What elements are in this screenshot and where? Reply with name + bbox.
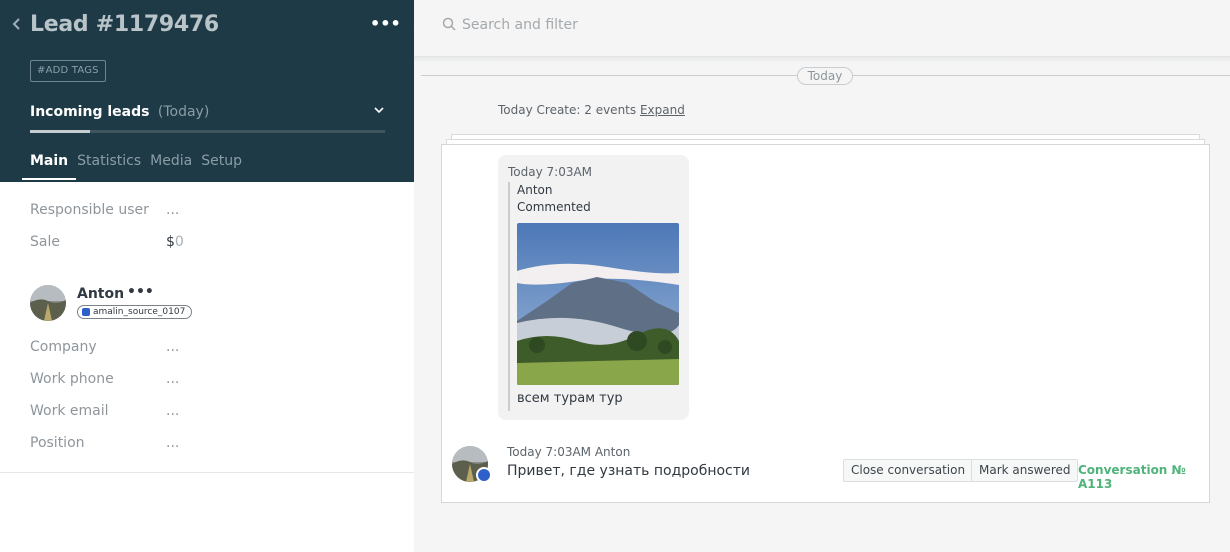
chevron-left-icon	[12, 18, 20, 30]
tab-media[interactable]: Media	[150, 153, 192, 179]
date-separator: Today	[797, 67, 853, 85]
search-icon[interactable]	[442, 17, 456, 31]
pipeline-select[interactable]: Incoming leads (Today)	[30, 104, 209, 120]
responsible-user-value[interactable]: ...	[166, 202, 179, 218]
message-text: Привет, где узнать подробности	[507, 463, 751, 479]
lead-header: Lead #1179476 ••• #ADD TAGS Incoming lea…	[0, 0, 414, 182]
comment-image[interactable]	[517, 223, 679, 385]
position-value[interactable]: ...	[166, 435, 179, 451]
sale-value[interactable]: $0	[166, 234, 184, 250]
chevron-down-icon[interactable]	[373, 104, 385, 116]
comment-text: всем турам тур	[517, 391, 623, 406]
work-phone-value[interactable]: ...	[166, 371, 179, 387]
pipeline-when: (Today)	[157, 104, 210, 120]
mark-answered-button[interactable]: Mark answered	[971, 459, 1079, 482]
divider	[0, 472, 414, 473]
work-phone-label: Work phone	[30, 371, 114, 387]
contact-more-button[interactable]: •••	[127, 284, 154, 300]
comment-author: Anton	[517, 183, 553, 197]
tab-statistics[interactable]: Statistics	[77, 153, 141, 179]
events-summary: Today Create: 2 events Expand	[498, 103, 685, 117]
company-label: Company	[30, 339, 97, 355]
expand-link[interactable]: Expand	[640, 103, 685, 117]
sale-currency: $	[166, 234, 175, 250]
search-input[interactable]	[462, 14, 962, 36]
pipeline-name: Incoming leads	[30, 104, 150, 120]
events-summary-text: Today Create: 2 events	[498, 103, 637, 117]
search-bar	[414, 0, 1230, 57]
messenger-icon	[476, 467, 492, 483]
add-tags-button[interactable]: #ADD TAGS	[30, 60, 106, 82]
tab-main[interactable]: Main	[21, 153, 77, 180]
source-tag-label: amalin_source_0107	[93, 307, 186, 317]
lead-tabs: Main Statistics Media Setup	[21, 153, 251, 180]
messenger-icon	[82, 308, 90, 316]
lead-card-panel: Lead #1179476 ••• #ADD TAGS Incoming lea…	[0, 0, 414, 552]
lead-title[interactable]: Lead #1179476	[30, 12, 219, 37]
pipeline-progress	[30, 130, 385, 133]
company-value[interactable]: ...	[166, 339, 179, 355]
pipeline-progress-fill	[30, 130, 91, 133]
lead-more-button[interactable]: •••	[370, 14, 401, 33]
sale-amount: 0	[174, 234, 184, 250]
quote-bar	[508, 182, 510, 411]
position-label: Position	[30, 435, 85, 451]
source-tag: amalin_source_0107	[77, 305, 193, 319]
divider	[414, 57, 1230, 63]
comment-action: Commented	[517, 200, 591, 214]
comment-bubble: Today 7:03AM Anton Commented всем турам …	[498, 155, 689, 420]
avatar[interactable]	[30, 285, 66, 321]
close-conversation-button[interactable]: Close conversation	[843, 459, 974, 482]
work-email-value[interactable]: ...	[166, 403, 179, 419]
conversation-link[interactable]: Conversation № A113	[1078, 463, 1209, 491]
sale-label: Sale	[30, 234, 60, 250]
responsible-user-label: Responsible user	[30, 202, 149, 218]
work-email-label: Work email	[30, 403, 109, 419]
comment-time: Today 7:03AM	[508, 165, 593, 179]
tab-setup[interactable]: Setup	[201, 153, 242, 179]
contact-name[interactable]: Anton	[77, 286, 124, 302]
back-button[interactable]	[10, 14, 22, 34]
conversation-card: Today 7:03AM Anton Commented всем турам …	[441, 144, 1210, 503]
message-meta: Today 7:03AM Anton	[507, 445, 631, 459]
